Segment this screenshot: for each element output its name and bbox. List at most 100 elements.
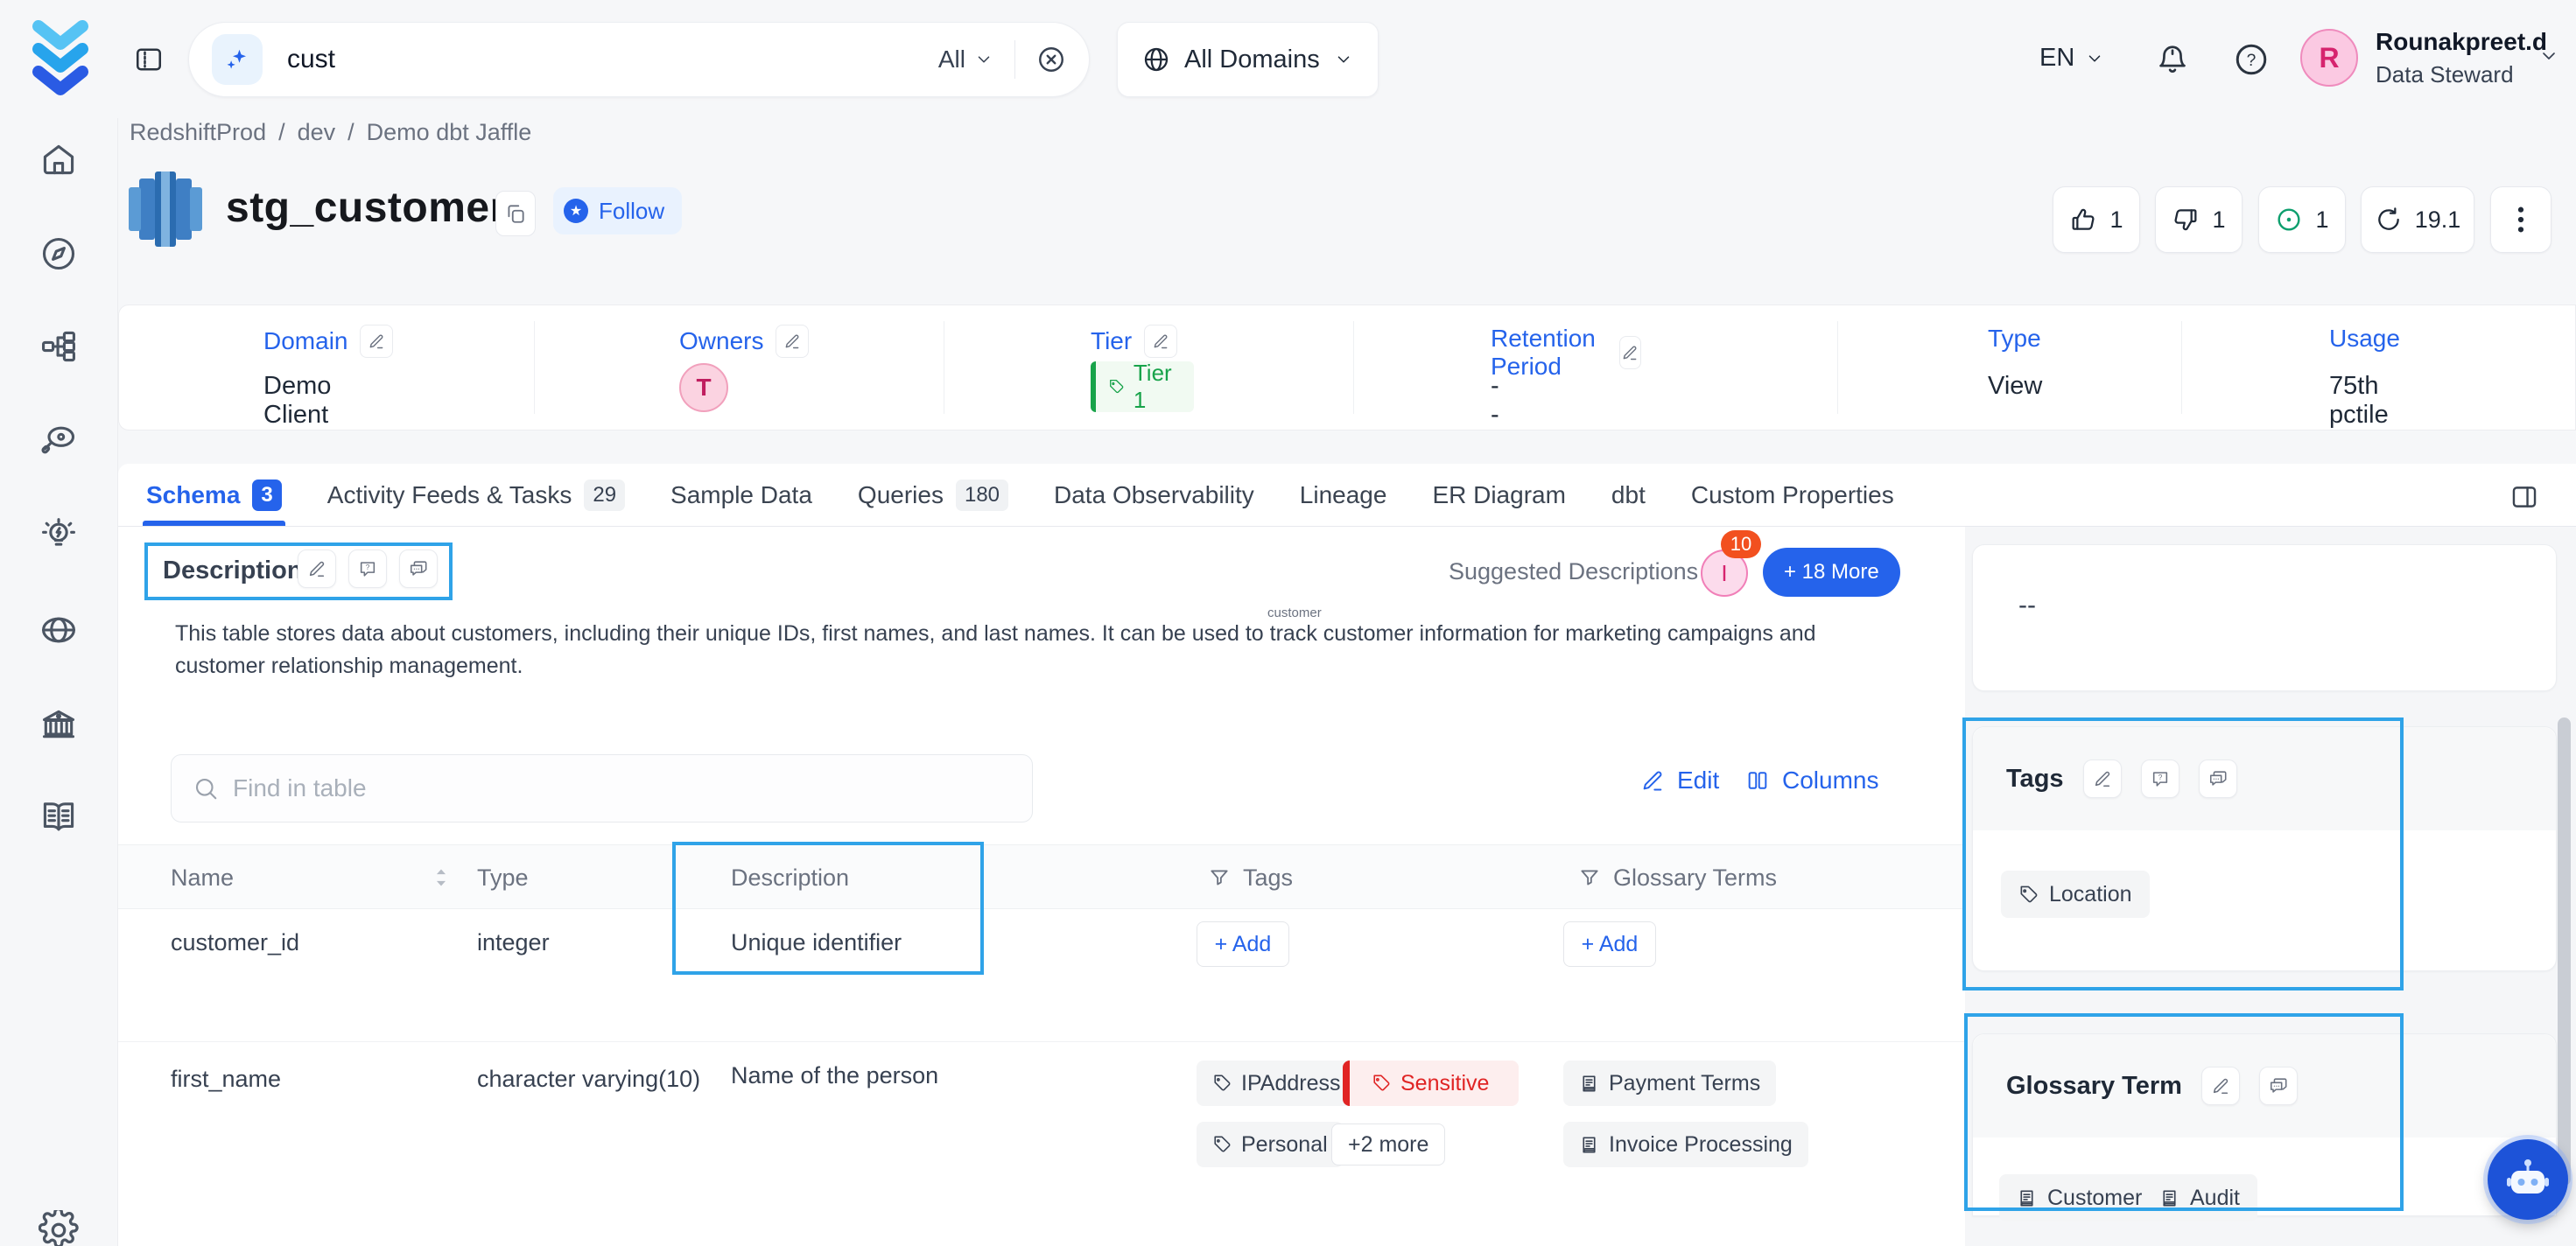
suggested-count-badge: 10 — [1721, 530, 1761, 558]
tags-title: Tags — [2006, 765, 2064, 794]
comment-description-icon[interactable]: ? — [348, 550, 387, 588]
row-divider — [118, 1041, 1965, 1042]
column-description[interactable]: Unique identifier — [731, 929, 902, 956]
breadcrumb-connection[interactable]: RedshiftProd — [130, 119, 266, 146]
follow-label: Follow — [599, 198, 664, 225]
breadcrumb-schema[interactable]: Demo dbt Jaffle — [367, 119, 532, 146]
edit-tier-icon[interactable] — [1144, 325, 1177, 358]
all-domains-label: All Domains — [1184, 46, 1320, 74]
header-tags[interactable]: Tags — [1208, 845, 1293, 910]
columns-icon — [1745, 768, 1770, 793]
add-tag-button[interactable]: + Add — [1197, 921, 1289, 967]
clear-search-icon[interactable] — [1036, 45, 1066, 74]
tag-icon — [1212, 1074, 1232, 1093]
user-avatar[interactable]: R — [2300, 29, 2358, 87]
edit-table-button[interactable]: Edit — [1640, 766, 1719, 794]
tab-activity-feeds[interactable]: Activity Feeds & Tasks29 — [327, 464, 625, 526]
more-tags-chip[interactable]: +2 more — [1331, 1124, 1445, 1166]
find-in-table-input[interactable] — [233, 774, 1011, 802]
tab-sample-data[interactable]: Sample Data — [670, 464, 812, 526]
header-description[interactable]: Description — [731, 845, 849, 910]
suggestions-description-icon[interactable] — [399, 550, 438, 588]
book-icon — [1579, 1074, 1599, 1094]
edit-owners-icon[interactable] — [776, 325, 809, 358]
atlan-logo-icon[interactable] — [32, 19, 89, 96]
glossary-title: Glossary Term — [2006, 1072, 2182, 1101]
edit-glossary-icon[interactable] — [2201, 1067, 2240, 1105]
user-menu-chevron-icon[interactable] — [2538, 46, 2559, 66]
owner-avatar[interactable]: T — [679, 363, 728, 412]
suggestions-tags-icon[interactable] — [2199, 760, 2237, 798]
compass-icon[interactable] — [33, 228, 84, 279]
chatbot-button[interactable] — [2488, 1139, 2568, 1220]
star-icon: ★ — [564, 199, 588, 223]
tab-data-observability[interactable]: Data Observability — [1054, 464, 1254, 526]
governance-icon[interactable] — [33, 699, 84, 750]
all-domains-button[interactable]: All Domains — [1117, 22, 1379, 97]
upvote-count: 1 — [2109, 206, 2123, 234]
edit-retention-icon[interactable] — [1619, 336, 1641, 369]
column-name[interactable]: customer_id — [171, 929, 299, 956]
glossary-icon[interactable] — [33, 792, 84, 843]
tag-chip[interactable]: Personal — [1197, 1122, 1344, 1167]
collapse-panel-icon[interactable] — [2505, 478, 2544, 516]
add-glossary-term-button[interactable]: + Add — [1563, 921, 1656, 967]
glossary-term-chip[interactable]: Audit — [2142, 1174, 2257, 1222]
tag-chip[interactable]: Location — [2001, 871, 2150, 918]
observability-icon[interactable] — [33, 414, 84, 465]
settings-gear-icon[interactable] — [33, 1205, 84, 1246]
tab-queries[interactable]: Queries180 — [858, 464, 1008, 526]
workflow-icon[interactable] — [33, 321, 84, 372]
glossary-term-chip[interactable]: Payment Terms — [1563, 1060, 1776, 1106]
glossary-term-chip[interactable]: Invoice Processing — [1563, 1122, 1808, 1167]
follow-button[interactable]: ★ Follow — [553, 187, 682, 234]
column-name[interactable]: first_name — [171, 1066, 281, 1093]
edit-domain-icon[interactable] — [360, 325, 393, 358]
find-in-table[interactable] — [171, 754, 1033, 822]
sidebar-toggle-icon[interactable] — [130, 40, 168, 79]
domain-label: Domain — [263, 327, 347, 355]
tier-chip[interactable]: Tier 1 — [1091, 361, 1194, 412]
popularity-button[interactable]: 19.1 — [2361, 186, 2474, 253]
tag-chip[interactable]: IPAddress — [1197, 1060, 1356, 1106]
edit-description-icon[interactable] — [298, 550, 336, 588]
header-glossary-terms[interactable]: Glossary Terms — [1578, 845, 1777, 910]
home-icon[interactable] — [33, 134, 84, 185]
suggestions-glossary-icon[interactable] — [2259, 1067, 2298, 1105]
tab-er-diagram[interactable]: ER Diagram — [1432, 464, 1565, 526]
help-icon[interactable]: ? — [2230, 38, 2272, 80]
edit-tags-icon[interactable] — [2083, 760, 2122, 798]
sort-icon[interactable] — [432, 845, 451, 910]
copy-name-icon[interactable] — [495, 191, 536, 236]
certified-button[interactable]: 1 — [2258, 186, 2346, 253]
breadcrumb-database[interactable]: dev — [298, 119, 336, 146]
upvote-button[interactable]: 1 — [2053, 186, 2140, 253]
column-description[interactable]: Name of the person — [731, 1062, 938, 1089]
columns-button[interactable]: Columns — [1745, 766, 1878, 794]
left-sidebar — [0, 118, 118, 1246]
header-name[interactable]: Name — [171, 845, 234, 910]
language-selector[interactable]: EN — [2039, 44, 2104, 73]
tab-lineage[interactable]: Lineage — [1300, 464, 1387, 526]
header-type[interactable]: Type — [477, 845, 529, 910]
glossary-term-chip[interactable]: Customer — [1999, 1174, 2159, 1222]
right-scrollbar[interactable] — [2558, 718, 2571, 1186]
tab-dbt[interactable]: dbt — [1611, 464, 1646, 526]
comment-tags-icon[interactable]: ? — [2141, 760, 2179, 798]
description-text: This table stores data about customers, … — [175, 618, 1860, 682]
global-search-bar[interactable]: cust All — [188, 22, 1090, 97]
tag-chip-sensitive[interactable]: Sensitive — [1343, 1060, 1519, 1106]
downvote-button[interactable]: 1 — [2155, 186, 2243, 253]
search-input[interactable]: cust — [287, 45, 938, 74]
more-actions-button[interactable] — [2490, 186, 2551, 253]
user-info[interactable]: Rounakpreet.d Data Steward — [2376, 28, 2533, 88]
web-icon[interactable] — [33, 605, 84, 655]
notifications-bell-icon[interactable] — [2151, 38, 2193, 80]
search-scope-dropdown[interactable]: All — [938, 46, 993, 74]
tab-custom-properties[interactable]: Custom Properties — [1691, 464, 1894, 526]
more-suggestions-button[interactable]: + 18 More — [1763, 548, 1900, 597]
tab-schema[interactable]: Schema3 — [146, 464, 282, 526]
domain-value[interactable]: Demo Client — [263, 372, 331, 430]
filter-icon — [1578, 866, 1601, 889]
insights-icon[interactable] — [33, 510, 84, 561]
